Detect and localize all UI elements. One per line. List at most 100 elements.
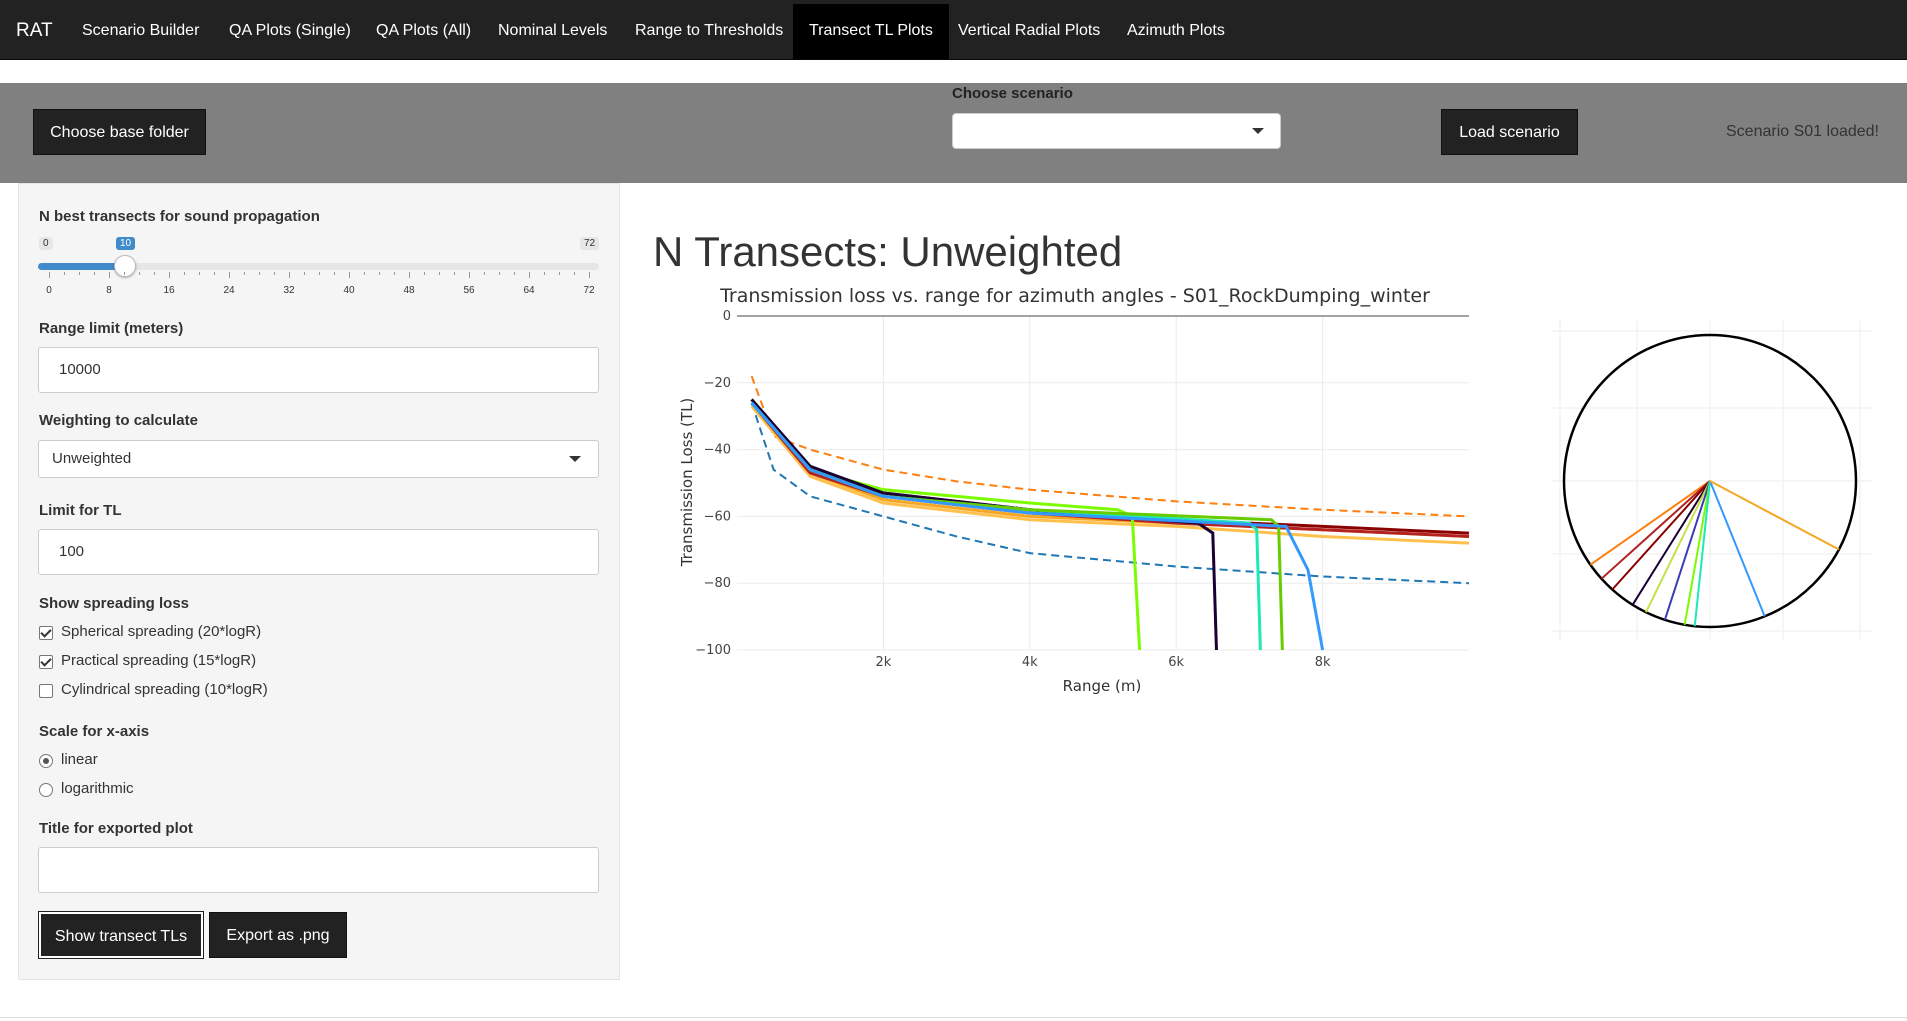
azimuth-spoke-2 (1611, 480, 1711, 591)
slider-minor-tick (184, 272, 185, 275)
slider-minor-tick (514, 272, 515, 275)
slider-tick (469, 272, 470, 278)
slider-minor-tick (64, 272, 65, 275)
range-limit-input[interactable]: 10000 (38, 347, 599, 393)
load-scenario-button[interactable]: Load scenario (1441, 109, 1578, 155)
slider-minor-tick (454, 272, 455, 275)
slider-tick-label: 48 (403, 285, 415, 296)
slider-tick-label: 8 (106, 285, 112, 296)
tab-range-to-thresholds[interactable]: Range to Thresholds (619, 4, 799, 60)
tab-qa-plots-all[interactable]: QA Plots (All) (360, 4, 487, 60)
export-title-input[interactable] (38, 847, 599, 893)
slider-tick-label: 56 (463, 285, 475, 296)
cylindrical-spreading-checkbox[interactable] (39, 684, 53, 698)
y-tick-label: 0 (723, 309, 731, 324)
practical-spreading-label: Practical spreading (15*logR) (61, 652, 257, 669)
weighting-select[interactable]: Unweighted (38, 440, 599, 478)
chevron-down-icon (569, 456, 581, 462)
y-tick-label: −40 (704, 443, 731, 458)
x-tick-label: 4k (1022, 655, 1038, 670)
spherical-spreading-checkbox[interactable] (39, 626, 53, 640)
slider-minor-tick (484, 272, 485, 275)
slider-minor-tick (319, 272, 320, 275)
export-title-label: Title for exported plot (39, 820, 193, 837)
azimuth-spoke-0 (1589, 480, 1711, 566)
slider-minor-tick (139, 272, 140, 275)
tab-transect-tl-plots[interactable]: Transect TL Plots (793, 4, 949, 60)
slider-min-badge: 0 (39, 237, 53, 250)
chart-series-group (750, 375, 1470, 651)
n-best-label: N best transects for sound propagation (39, 208, 320, 225)
chart-ticks: 2k 4k 6k 8k 0 −20 −40 −60 −80 −100 (695, 309, 1331, 670)
practical-spreading-checkbox[interactable] (39, 655, 53, 669)
slider-minor-tick (559, 272, 560, 275)
sidebar-panel: N best transects for sound propagation 0… (18, 183, 620, 980)
azimuth-polar-plot (1552, 320, 1872, 640)
cylindrical-spreading-label: Cylindrical spreading (10*logR) (61, 681, 268, 698)
show-transect-tls-button[interactable]: Show transect TLs (38, 911, 204, 959)
polar-grid (1552, 320, 1872, 640)
slider-tick (49, 272, 50, 278)
slider-minor-tick (364, 272, 365, 275)
scale-label: Scale for x-axis (39, 723, 150, 740)
slider-tick (529, 272, 530, 278)
tab-nominal-levels[interactable]: Nominal Levels (482, 4, 623, 60)
footer-divider (0, 1017, 1907, 1018)
slider-fill (38, 263, 126, 270)
slider-minor-tick (214, 272, 215, 275)
series-line-6 (750, 398, 1142, 651)
scenario-select[interactable] (952, 113, 1281, 149)
choose-scenario-label: Choose scenario (952, 85, 1073, 102)
scale-log-radio[interactable] (39, 783, 53, 797)
scale-linear-label: linear (61, 751, 98, 768)
slider-minor-tick (259, 272, 260, 275)
x-tick-label: 2k (875, 655, 891, 670)
slider-tick-label: 64 (523, 285, 535, 296)
series-line-3 (750, 405, 1470, 545)
chart-title: Transmission loss vs. range for azimuth … (719, 285, 1430, 307)
azimuth-spoke-4 (1645, 480, 1711, 613)
tab-scenario-builder[interactable]: Scenario Builder (66, 4, 215, 60)
slider-minor-tick (154, 272, 155, 275)
scale-log-label: logarithmic (61, 780, 134, 797)
brand[interactable]: RAT (16, 0, 53, 60)
slider-minor-tick (574, 272, 575, 275)
tab-qa-plots-single[interactable]: QA Plots (Single) (213, 4, 367, 60)
slider-minor-tick (304, 272, 305, 275)
tl-limit-input[interactable]: 100 (38, 529, 599, 575)
slider-tick-label: 72 (583, 285, 595, 296)
choose-base-folder-button[interactable]: Choose base folder (33, 109, 206, 155)
azimuth-spoke-9 (1709, 480, 1840, 551)
export-png-button[interactable]: Export as .png (209, 912, 347, 958)
tl-line-chart: Transmission loss vs. range for azimuth … (678, 285, 1470, 695)
spherical-spreading-label: Spherical spreading (20*logR) (61, 623, 262, 640)
tl-limit-label: Limit for TL (39, 502, 122, 519)
slider-minor-tick (334, 272, 335, 275)
y-tick-label: −20 (704, 376, 731, 391)
slider-minor-tick (274, 272, 275, 275)
range-limit-label: Range limit (meters) (39, 320, 184, 337)
slider-minor-tick (394, 272, 395, 275)
spreading-label: Show spreading loss (39, 595, 190, 612)
scale-linear-radio[interactable] (39, 754, 53, 768)
slider-tick (229, 272, 230, 278)
weighting-select-value: Unweighted (52, 450, 132, 467)
slider-tick (349, 272, 350, 278)
slider-minor-tick (124, 272, 125, 275)
y-tick-label: −80 (704, 576, 731, 591)
slider-tick (289, 272, 290, 278)
tab-vertical-radial-plots[interactable]: Vertical Radial Plots (942, 4, 1116, 60)
slider-minor-tick (199, 272, 200, 275)
x-tick-label: 8k (1315, 655, 1331, 670)
weighting-label: Weighting to calculate (39, 412, 198, 429)
slider-minor-tick (544, 272, 545, 275)
slider-tick (589, 272, 590, 278)
y-tick-label: −100 (695, 643, 731, 658)
slider-minor-tick (94, 272, 95, 275)
slider-tick (409, 272, 410, 278)
slider-tick-label: 24 (223, 285, 235, 296)
tab-azimuth-plots[interactable]: Azimuth Plots (1111, 4, 1241, 60)
slider-handle[interactable] (114, 255, 136, 277)
y-axis-label: Transmission Loss (TL) (678, 398, 696, 568)
slider-value-badge: 10 (116, 237, 136, 250)
